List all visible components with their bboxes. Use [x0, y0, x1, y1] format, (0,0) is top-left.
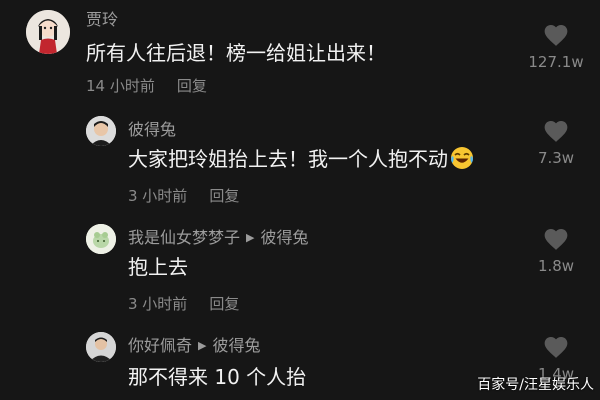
laughing-emoji-icon: [451, 147, 473, 169]
comment-timestamp: 3 小时前: [128, 295, 188, 313]
comment-text: 所有人往后退！榜一给姐让出来！: [86, 41, 386, 65]
comment-meta: 14 小时前 回复: [86, 76, 207, 96]
avatar[interactable]: [26, 10, 70, 54]
comment-text: 抱上去: [128, 255, 188, 279]
watermark: 百家号/汪星娱乐人: [477, 377, 594, 393]
heart-icon[interactable]: [542, 118, 570, 143]
reply-button[interactable]: 回复: [177, 77, 207, 95]
comment-username[interactable]: 你好佩奇 ▶ 彼得兔: [128, 336, 261, 356]
comment-meta: 3 小时前 回复: [128, 294, 239, 314]
reply-arrow-icon: ▶: [246, 231, 255, 244]
comment-text: 那不得来 10 个人抬: [128, 365, 307, 389]
like-button[interactable]: 1.8w: [526, 226, 586, 275]
avatar[interactable]: [86, 224, 116, 254]
like-button[interactable]: 127.1w: [526, 22, 586, 71]
reply-button[interactable]: 回复: [209, 295, 239, 313]
like-count: 1.8w: [537, 257, 575, 275]
like-count: 127.1w: [528, 53, 584, 71]
comment-meta: 3 小时前 回复: [128, 186, 239, 206]
comment-text: 大家把玲姐抬上去！我一个人抱不动: [128, 146, 474, 172]
comment-username[interactable]: 我是仙女梦梦子 ▶ 彼得兔: [128, 228, 309, 248]
comment-timestamp: 14 小时前: [86, 77, 155, 95]
reply-button[interactable]: 回复: [209, 187, 239, 205]
comment-timestamp: 3 小时前: [128, 187, 188, 205]
heart-icon[interactable]: [542, 334, 570, 359]
reply-arrow-icon: ▶: [198, 339, 207, 352]
comment-username[interactable]: 贾玲: [86, 10, 118, 30]
avatar[interactable]: [86, 116, 116, 146]
like-count: 7.3w: [537, 149, 575, 167]
reply-target-username[interactable]: 彼得兔: [260, 228, 308, 247]
comment-username[interactable]: 彼得兔: [128, 120, 176, 140]
avatar[interactable]: [86, 332, 116, 362]
like-button[interactable]: 7.3w: [526, 118, 586, 167]
reply-target-username[interactable]: 彼得兔: [212, 336, 260, 355]
heart-icon[interactable]: [542, 226, 570, 251]
heart-icon[interactable]: [542, 22, 570, 47]
